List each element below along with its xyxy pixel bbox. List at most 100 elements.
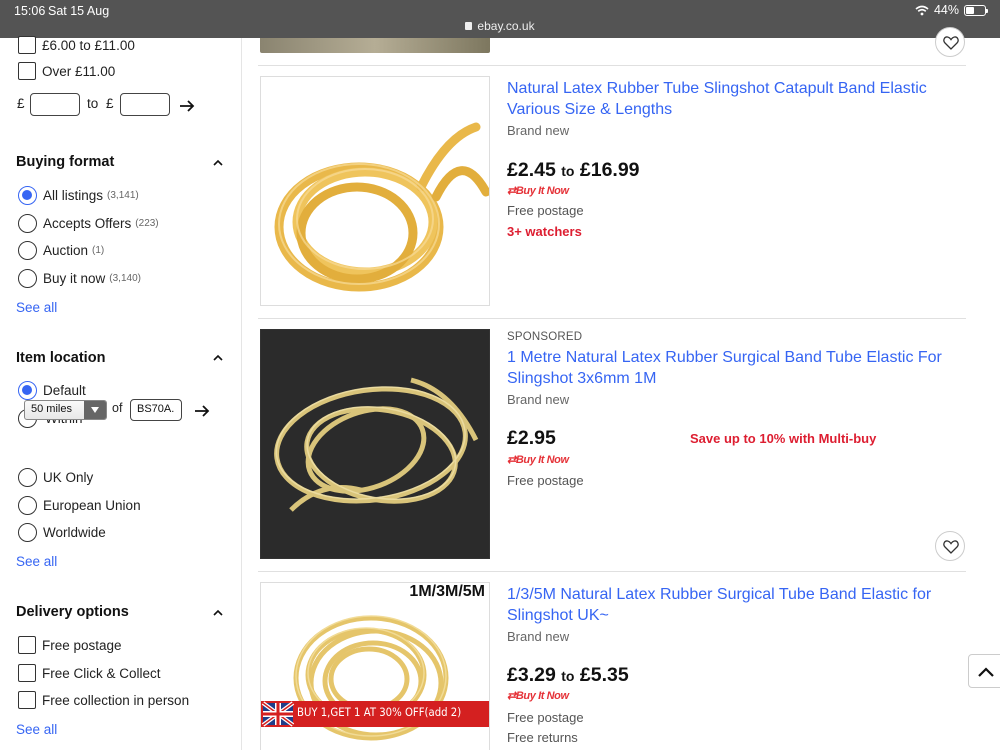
radio[interactable] <box>18 214 37 233</box>
multibuy-promo: Save up to 10% with Multi-buy <box>690 431 877 446</box>
item-price: £2.45 to £16.99 <box>507 159 640 182</box>
radio[interactable] <box>18 468 37 487</box>
checkbox[interactable] <box>18 62 36 80</box>
image-offer-banner: BUY 1,GET 1 AT 30% OFF(add 2) <box>297 705 462 719</box>
item-condition: Brand new <box>507 629 570 644</box>
format-text: Buy It Now <box>515 454 569 466</box>
option-count: (223) <box>135 218 159 229</box>
to-label: to <box>87 96 99 111</box>
option-label: Default <box>43 383 86 398</box>
price-option-over-11[interactable]: Over £11.00 <box>18 62 115 80</box>
format-text: Buy It Now <box>515 690 569 702</box>
shipping-info: Free postage <box>507 710 584 725</box>
chevron-up-icon[interactable] <box>213 353 223 363</box>
delivery-option-collection[interactable]: Free collection in person <box>18 691 189 709</box>
location-option-eu[interactable]: European Union <box>18 496 141 515</box>
price-from: £3.29 <box>507 664 556 686</box>
format-text: Buy It Now <box>515 185 569 197</box>
price-to-word: to <box>561 668 575 684</box>
image-size-badge: 1M/3M/5M <box>407 583 487 601</box>
listing-title-link[interactable]: 1/3/5M Natural Latex Rubber Surgical Tub… <box>507 585 967 626</box>
postcode-input[interactable]: BS70A. <box>130 399 182 421</box>
address-bar[interactable]: ebay.co.uk <box>0 19 1000 33</box>
option-label: Over £11.00 <box>42 63 116 79</box>
returns-info: Free returns <box>507 730 578 745</box>
listing-title-link[interactable]: 1 Metre Natural Latex Rubber Surgical Ba… <box>507 348 967 389</box>
arrow-right-icon[interactable] <box>194 404 210 418</box>
status-icons: 44% <box>915 3 988 17</box>
listing-card[interactable]: 1M/3M/5M BUY 1,GET 1 AT 30% OFF(add 2) 1… <box>258 582 966 750</box>
checkbox[interactable] <box>18 36 36 54</box>
delivery-options-heading[interactable]: Delivery options <box>16 604 129 620</box>
option-label: Accepts Offers <box>43 216 132 231</box>
radio-selected[interactable] <box>18 381 37 400</box>
listing-card[interactable]: SPONSORED 1 Metre Natural Latex Rubber S… <box>258 329 966 569</box>
listing-divider <box>258 318 966 319</box>
buy-it-now-label: ⇄Buy It Now <box>507 185 569 197</box>
item-location-see-all-link[interactable]: See all <box>16 554 57 569</box>
listing-image[interactable] <box>260 76 490 306</box>
chevron-up-icon[interactable] <box>213 608 223 618</box>
status-bar: 15:06 Sat 15 Aug ebay.co.uk 44% <box>0 0 1000 38</box>
radio[interactable] <box>18 241 37 260</box>
radio[interactable] <box>18 496 37 515</box>
buying-option-all[interactable]: All listings (3,141) <box>18 186 139 205</box>
battery-icon <box>964 4 988 16</box>
item-location-heading[interactable]: Item location <box>16 350 105 366</box>
price-to: £16.99 <box>579 159 640 181</box>
currency-symbol-max: £ <box>106 96 114 111</box>
buying-format-see-all-link[interactable]: See all <box>16 300 57 315</box>
listing-image[interactable] <box>260 329 490 559</box>
option-label: Free postage <box>42 637 122 653</box>
radio[interactable] <box>18 269 37 288</box>
distance-select[interactable]: 50 miles <box>24 400 107 420</box>
min-price-input[interactable] <box>30 93 80 116</box>
watch-heart-button[interactable] <box>935 27 965 57</box>
listing-title-link[interactable]: Natural Latex Rubber Tube Slingshot Cata… <box>507 79 967 120</box>
buying-option-auction[interactable]: Auction (1) <box>18 241 104 260</box>
back-to-top-button[interactable] <box>968 654 1000 688</box>
chevron-up-icon[interactable] <box>213 158 223 168</box>
checkbox[interactable] <box>18 664 36 682</box>
of-label: of <box>112 401 123 415</box>
price-to: £5.35 <box>579 664 629 686</box>
delivery-option-free-postage[interactable]: Free postage <box>18 636 122 654</box>
delivery-see-all-link[interactable]: See all <box>16 722 57 737</box>
buying-option-offers[interactable]: Accepts Offers (223) <box>18 214 159 233</box>
radio[interactable] <box>18 523 37 542</box>
sponsored-label: SPONSORED <box>507 331 583 343</box>
clock: 15:06 <box>14 4 46 18</box>
buy-it-now-label: ⇄Buy It Now <box>507 690 569 702</box>
option-label: Free Click & Collect <box>42 665 161 681</box>
buy-it-now-label: ⇄Buy It Now <box>507 454 569 466</box>
option-label: Buy it now <box>43 271 106 286</box>
previous-listing-image[interactable] <box>260 38 490 53</box>
checkbox[interactable] <box>18 691 36 709</box>
watch-heart-button[interactable] <box>935 531 965 561</box>
option-label: Worldwide <box>43 525 106 540</box>
shipping-info: Free postage <box>507 473 584 488</box>
option-label: All listings <box>43 188 104 203</box>
max-price-input[interactable] <box>120 93 170 116</box>
location-option-worldwide[interactable]: Worldwide <box>18 523 106 542</box>
latex-tube-coil-image <box>261 330 489 558</box>
price-to-word: to <box>561 163 575 179</box>
radio-selected[interactable] <box>18 186 37 205</box>
date: Sat 15 Aug <box>48 4 110 18</box>
item-condition: Brand new <box>507 392 570 407</box>
listing-card[interactable]: Natural Latex Rubber Tube Slingshot Cata… <box>258 76 966 316</box>
listing-image[interactable]: 1M/3M/5M BUY 1,GET 1 AT 30% OFF(add 2) <box>260 582 490 750</box>
arrow-right-icon[interactable] <box>179 99 195 113</box>
buying-option-bin[interactable]: Buy it now (3,140) <box>18 269 141 288</box>
location-option-uk[interactable]: UK Only <box>18 468 93 487</box>
location-option-default[interactable]: Default <box>18 381 86 400</box>
watchers-count: 3+ watchers <box>507 224 582 239</box>
checkbox[interactable] <box>18 636 36 654</box>
distance-value: 50 miles <box>31 403 72 415</box>
price-option-6-11[interactable]: £6.00 to £11.00 <box>18 36 135 54</box>
battery-percent: 44% <box>933 3 959 17</box>
option-label: UK Only <box>43 470 94 485</box>
buying-format-heading[interactable]: Buying format <box>16 154 114 170</box>
delivery-option-click-collect[interactable]: Free Click & Collect <box>18 664 161 682</box>
latex-tube-coil-image <box>261 583 489 750</box>
